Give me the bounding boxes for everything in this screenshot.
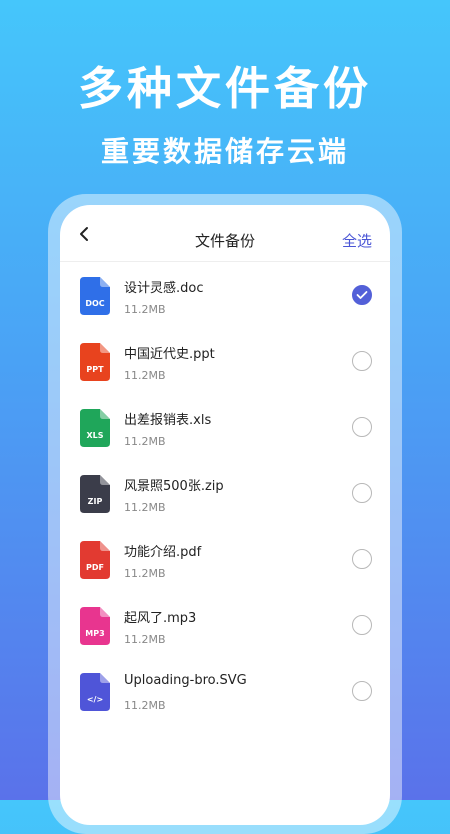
file-row[interactable]: </> Uploading-bro.SVG 11.2MB — [60, 661, 390, 727]
file-list: DOC 设计灵感.doc 11.2MB PPT 中国近代史.ppt 11.2MB XLS 出差… — [60, 265, 390, 727]
file-type-label: MP3 — [85, 629, 104, 638]
file-size: 11.2MB — [124, 567, 166, 580]
file-name: 设计灵感.doc — [124, 281, 204, 296]
file-size: 11.2MB — [124, 435, 166, 448]
file-type-label: ZIP — [88, 497, 103, 506]
phone-screen: 文件备份 全选 DOC 设计灵感.doc 11.2MB PPT 中国近代史.ppt 11.… — [60, 205, 390, 825]
select-checkbox[interactable] — [352, 351, 372, 371]
file-name: 出差报销表.xls — [124, 413, 212, 428]
file-size: 11.2MB — [124, 303, 166, 316]
file-type-label: XLS — [86, 431, 103, 440]
select-checkbox[interactable] — [352, 615, 372, 635]
file-type-icon: PDF — [80, 541, 110, 579]
file-name: 功能介绍.pdf — [124, 545, 202, 560]
file-name: 中国近代史.ppt — [124, 347, 215, 362]
file-size: 11.2MB — [124, 699, 166, 712]
file-size: 11.2MB — [124, 369, 166, 382]
file-size: 11.2MB — [124, 633, 166, 646]
file-type-icon: DOC — [80, 277, 110, 315]
checkmark-icon — [356, 291, 368, 299]
file-type-icon: XLS — [80, 409, 110, 447]
file-type-label: </> — [87, 695, 103, 704]
file-row[interactable]: PPT 中国近代史.ppt 11.2MB — [60, 331, 390, 397]
select-checkbox[interactable] — [352, 417, 372, 437]
select-checkbox-checked[interactable] — [352, 285, 372, 305]
file-row[interactable]: ZIP 风景照500张.zip 11.2MB — [60, 463, 390, 529]
file-type-icon: MP3 — [80, 607, 110, 645]
file-row[interactable]: XLS 出差报销表.xls 11.2MB — [60, 397, 390, 463]
file-name: Uploading-bro.SVG — [124, 673, 247, 688]
select-all-button[interactable]: 全选 — [342, 232, 372, 250]
select-checkbox[interactable] — [352, 483, 372, 503]
file-type-label: PDF — [86, 563, 104, 572]
file-type-icon: </> — [80, 673, 110, 711]
file-type-label: DOC — [85, 299, 104, 308]
headline: 多种文件备份 — [77, 62, 372, 115]
select-checkbox[interactable] — [352, 549, 372, 569]
file-name: 起风了.mp3 — [124, 611, 197, 626]
file-type-icon: ZIP — [80, 475, 110, 513]
file-row[interactable]: DOC 设计灵感.doc 11.2MB — [60, 265, 390, 331]
file-name: 风景照500张.zip — [124, 479, 224, 494]
select-checkbox[interactable] — [352, 681, 372, 701]
file-type-icon: PPT — [80, 343, 110, 381]
file-size: 11.2MB — [124, 501, 166, 514]
file-type-label: PPT — [86, 365, 104, 374]
file-row[interactable]: MP3 起风了.mp3 11.2MB — [60, 595, 390, 661]
file-row[interactable]: PDF 功能介绍.pdf 11.2MB — [60, 529, 390, 595]
subheadline: 重要数据储存云端 — [100, 135, 349, 168]
page-title: 文件备份 — [194, 232, 255, 250]
nav-bar: 文件备份 全选 — [60, 205, 390, 262]
